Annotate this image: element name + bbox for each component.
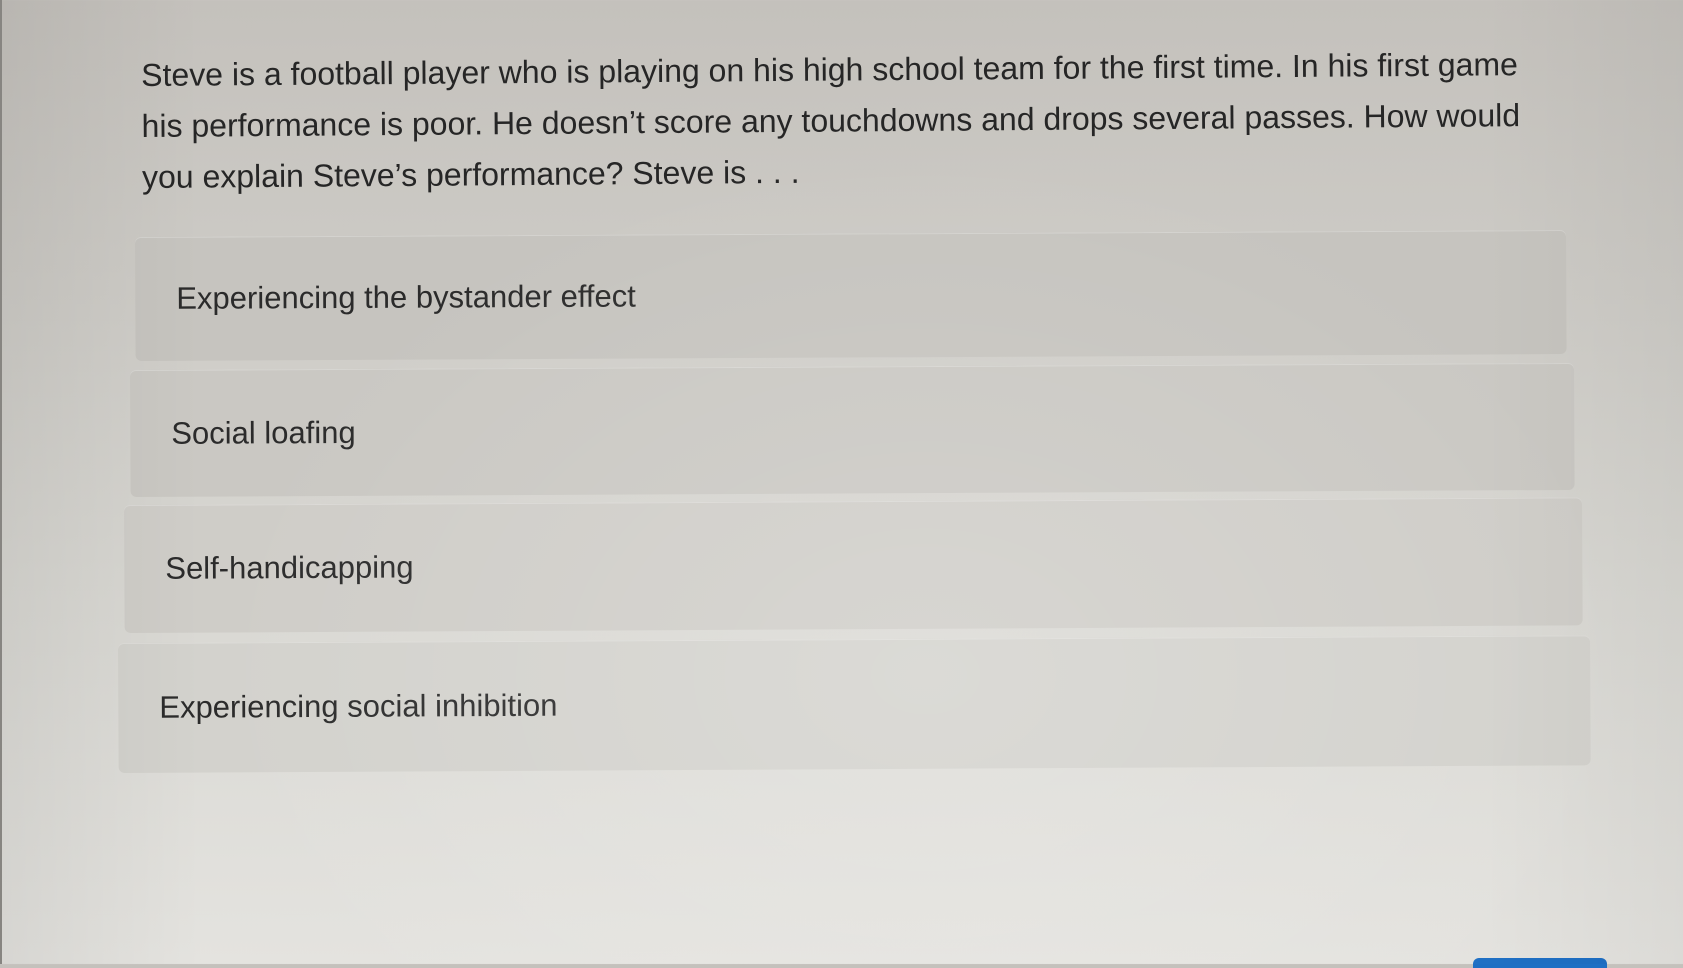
answer-option-social-loafing[interactable]: Social loafing	[130, 362, 1575, 497]
answer-option-label: Experiencing social inhibition	[159, 687, 558, 725]
answer-option-label: Self-handicapping	[165, 549, 414, 586]
question-text: Steve is a football player who is playin…	[141, 46, 1521, 195]
answer-option-social-inhibition[interactable]: Experiencing social inhibition	[118, 635, 1591, 773]
answer-option-bystander-effect[interactable]: Experiencing the bystander effect	[135, 230, 1567, 361]
answer-option-label: Social loafing	[171, 414, 356, 451]
answer-option-label: Experiencing the bystander effect	[176, 278, 636, 316]
submit-button[interactable]	[1473, 958, 1607, 968]
screen-left-bezel	[0, 0, 2, 964]
answer-option-self-handicapping[interactable]: Self-handicapping	[124, 497, 1583, 633]
